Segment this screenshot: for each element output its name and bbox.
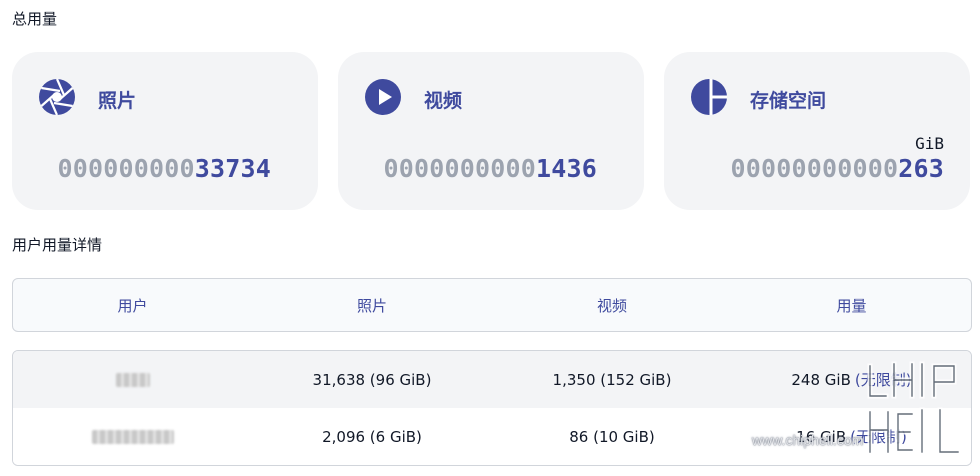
photos-card: 照片 00000000033734: [12, 52, 318, 210]
photos-count: 00000000033734: [57, 154, 271, 183]
usage-table-body: 31,638 (96 GiB) 1,350 (152 GiB) 248 GiB …: [12, 350, 972, 466]
table-row[interactable]: 31,638 (96 GiB) 1,350 (152 GiB) 248 GiB …: [13, 351, 971, 408]
chiphell-logo: [867, 361, 961, 455]
aperture-icon: [39, 78, 75, 116]
photos-cell: 2,096 (6 GiB): [322, 427, 422, 446]
redacted-username: [115, 372, 150, 387]
photos-count-padding: 000000000: [57, 154, 195, 183]
column-header-photos[interactable]: 照片: [252, 279, 492, 331]
storage-count: 00000000000263: [730, 154, 944, 183]
usage-value: 248 GiB: [791, 370, 851, 389]
videos-cell: 1,350 (152 GiB): [552, 370, 672, 389]
videos-count: 00000000001436: [383, 154, 597, 183]
column-header-usage[interactable]: 用量: [732, 279, 971, 331]
photos-cell: 31,638 (96 GiB): [312, 370, 432, 389]
storage-unit: GiB: [915, 134, 944, 153]
column-header-user[interactable]: 用户: [13, 279, 252, 331]
videos-card: 视频 00000000001436: [338, 52, 644, 210]
videos-cell: 86 (10 GiB): [569, 427, 655, 446]
storage-count-value: 263: [898, 154, 944, 183]
redacted-username: [91, 429, 174, 444]
pie-chart-icon: [691, 79, 727, 115]
videos-count-value: 1436: [535, 154, 597, 183]
storage-card-title: 存储空间: [750, 90, 827, 112]
videos-count-padding: 0000000000: [383, 154, 536, 183]
total-usage-heading: 总用量: [12, 10, 58, 28]
photos-card-title: 照片: [98, 90, 137, 112]
photos-count-value: 33734: [194, 154, 271, 183]
play-circle-icon: [365, 79, 401, 115]
videos-card-title: 视频: [424, 90, 463, 112]
watermark-url: www.chiphell.com: [752, 432, 864, 448]
storage-card: 存储空间 GiB 00000000000263: [664, 52, 970, 210]
usage-table-header: 用户 照片 视频 用量: [12, 278, 972, 332]
user-usage-heading: 用户用量详情: [12, 236, 103, 254]
user-cell: [13, 408, 252, 465]
user-cell: [13, 351, 252, 408]
storage-count-padding: 00000000000: [730, 154, 899, 183]
usage-cards: 照片 00000000033734 视频 00000000001436 存储空间…: [12, 52, 978, 210]
column-header-videos[interactable]: 视频: [492, 279, 732, 331]
usage-page: 总用量 照片 00000000033734 视频 00000000001436 …: [0, 0, 980, 476]
